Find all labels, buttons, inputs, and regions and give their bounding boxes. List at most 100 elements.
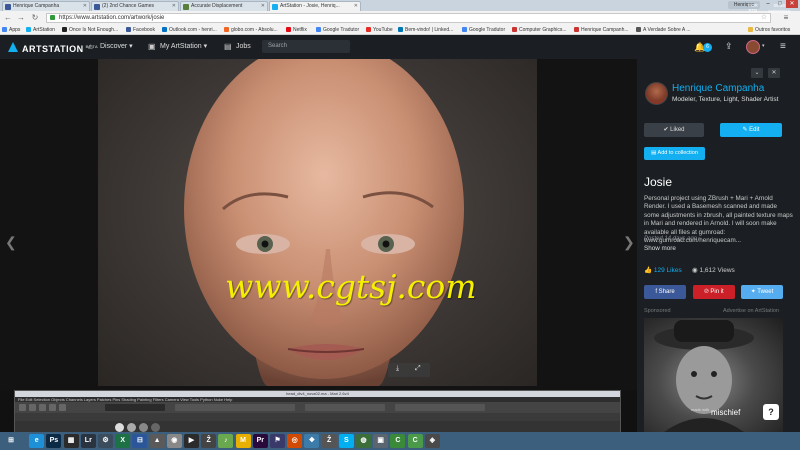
sphere-icon[interactable] — [139, 423, 148, 432]
sphere-icon[interactable] — [151, 423, 160, 432]
taskbar-app-icon[interactable]: ❖ — [304, 434, 320, 448]
user-avatar[interactable] — [746, 40, 760, 54]
taskbar-app-icon[interactable]: M — [235, 434, 251, 448]
other-bookmarks[interactable]: Outros favoritos — [748, 26, 790, 34]
taskbar-app-icon[interactable]: C — [407, 434, 423, 448]
browser-tab[interactable]: Henrique Campanha ✕ — [2, 1, 90, 11]
likes-count[interactable]: 👍 129 Likes — [644, 266, 682, 274]
taskbar-app-icon[interactable]: Ẑ — [321, 434, 337, 448]
close-icon[interactable]: ✕ — [261, 2, 265, 11]
pinterest-button[interactable]: ℗ Pin it — [693, 285, 735, 299]
mari-window[interactable]: head_div4_nova02.ma - Mari 2.6v4 File Ed… — [14, 390, 621, 432]
artwork-image[interactable]: ⤓ ⤢ — [98, 59, 537, 386]
search-input[interactable]: Search — [262, 40, 350, 53]
tool-icon[interactable] — [39, 404, 46, 411]
taskbar-app-icon[interactable]: ⚑ — [270, 434, 285, 448]
star-icon[interactable]: ☆ — [761, 14, 767, 22]
bookmark-item[interactable]: ArtStation — [26, 26, 55, 34]
close-icon[interactable]: ✕ — [172, 2, 176, 11]
hamburger-menu-icon[interactable]: ≡ — [780, 41, 786, 52]
facebook-share-button[interactable]: f Share — [644, 285, 686, 299]
sphere-icon[interactable] — [127, 423, 136, 432]
bookmark-item[interactable]: Apps — [2, 26, 20, 34]
fullscreen-icon[interactable]: ⤢ — [415, 365, 421, 373]
bookmark-item[interactable]: Google Tradutor — [462, 26, 505, 34]
reload-button[interactable]: ↻ — [30, 13, 40, 23]
chevron-left-icon[interactable]: ❮ — [5, 234, 17, 251]
chevron-down-icon[interactable]: ▾ — [762, 43, 765, 49]
start-button[interactable]: ⊞ — [2, 434, 20, 448]
bookmark-item[interactable]: Bem-vindo! | Linked... — [398, 26, 453, 34]
color-options[interactable] — [175, 404, 295, 411]
taskbar-app-icon[interactable]: X — [115, 434, 131, 448]
new-tab-button[interactable] — [362, 1, 376, 11]
bookmark-item[interactable]: YouTube — [366, 26, 393, 34]
browser-tab-active[interactable]: ArtStation - Josie, Henriq... ✕ — [269, 1, 361, 11]
show-more-link[interactable]: Show more — [644, 245, 676, 252]
download-icon[interactable]: ⤓ — [396, 365, 399, 373]
taskbar-app-icon[interactable]: S — [338, 434, 354, 448]
taskbar-app-icon[interactable]: ▶ — [184, 434, 199, 448]
flow-options[interactable] — [395, 404, 485, 411]
bookmark-item[interactable]: Outlook.com - henri... — [162, 26, 217, 34]
forward-button[interactable]: → — [16, 13, 26, 23]
browser-tab[interactable]: (2) 2nd Chance Games ✕ — [91, 1, 179, 11]
taskbar-app-icon[interactable]: ◍ — [356, 434, 371, 448]
taskbar-app-icon[interactable]: Pr — [252, 434, 268, 448]
close-icon[interactable]: ✕ — [354, 2, 358, 11]
taskbar-app-icon[interactable]: ⚙ — [98, 434, 113, 448]
tool-icon[interactable] — [49, 404, 56, 411]
add-to-collection-button[interactable]: ▤ Add to collection — [644, 147, 705, 160]
advertise-link[interactable]: Advertise on ArtStation — [723, 308, 779, 314]
liked-button[interactable]: ✔ Liked — [644, 123, 704, 137]
help-button[interactable]: ? — [763, 404, 779, 420]
close-icon[interactable]: ✕ — [83, 2, 87, 11]
artist-avatar[interactable] — [645, 82, 668, 105]
bookmark-item[interactable]: Google Tradutor — [316, 26, 359, 34]
chevron-right-icon[interactable]: ❯ — [623, 234, 635, 251]
tool-icon[interactable] — [59, 404, 66, 411]
taskbar-app-icon[interactable]: ◉ — [166, 434, 182, 448]
taskbar-app-icon[interactable]: ▦ — [63, 434, 79, 448]
youtube-icon — [366, 27, 371, 32]
tool-icon[interactable] — [29, 404, 36, 411]
tool-icon[interactable] — [19, 404, 26, 411]
artstation-logo[interactable]: ARTSTATION BETA — [8, 41, 98, 54]
close-icon[interactable]: ✕ — [768, 68, 780, 78]
taskbar-app-icon[interactable]: ♪ — [218, 434, 234, 448]
taskbar-app-icon[interactable]: ▲ — [149, 434, 165, 448]
bookmark-item[interactable]: Netflix — [286, 26, 307, 34]
taskbar-app-icon[interactable]: Ps — [46, 434, 62, 448]
system-clock[interactable]: 05:39 15/07/2015 — [768, 3, 791, 14]
bookmark-item[interactable]: globo.com - Absolu... — [224, 26, 278, 34]
language-indicator[interactable]: POR PTB — [748, 3, 758, 13]
brush-options[interactable] — [305, 404, 385, 411]
browser-menu-button[interactable]: ≡ — [780, 13, 792, 23]
bookmark-item[interactable]: Once Is Not Enough... — [62, 26, 118, 34]
back-button[interactable]: ← — [3, 13, 13, 23]
tweet-button[interactable]: ✦ Tweet — [741, 285, 783, 299]
taskbar-app-icon[interactable]: Lr — [80, 434, 96, 448]
sphere-icon[interactable] — [115, 423, 124, 432]
bookmark-item[interactable]: A Verdade Sobre A ... — [636, 26, 691, 34]
paint-mode-dropdown[interactable] — [105, 404, 165, 411]
nav-my-artstation[interactable]: ▣ My ArtStation ▾ — [148, 41, 207, 53]
collapse-icon[interactable]: ⌄ — [751, 68, 763, 78]
taskbar-app-icon[interactable]: ⊟ — [132, 434, 148, 448]
taskbar-app-icon[interactable]: e — [29, 434, 45, 448]
taskbar-app-icon[interactable]: ▣ — [373, 434, 389, 448]
upload-icon[interactable]: ⇪ — [725, 41, 733, 52]
browser-tab[interactable]: Accurate Displacement ✕ — [180, 1, 268, 11]
taskbar-app-icon[interactable]: ◈ — [424, 434, 440, 448]
url-input[interactable]: https://www.artstation.com/artwork/josie… — [46, 13, 771, 23]
edit-button[interactable]: ✎ Edit — [720, 123, 782, 137]
nav-discover[interactable]: ⌂ Discover ▾ — [88, 41, 133, 53]
taskbar-app-icon[interactable]: ◎ — [287, 434, 303, 448]
bookmark-item[interactable]: Facebook — [126, 26, 155, 34]
bookmark-item[interactable]: Henrique Campanh... — [574, 26, 629, 34]
bookmark-item[interactable]: Computer Graphics... — [512, 26, 567, 34]
taskbar-app-icon[interactable]: C — [390, 434, 406, 448]
artist-name[interactable]: Henrique Campanha — [672, 83, 764, 94]
taskbar-app-icon[interactable]: Ẑ — [201, 434, 217, 448]
nav-jobs[interactable]: ▤ Jobs — [224, 41, 251, 53]
